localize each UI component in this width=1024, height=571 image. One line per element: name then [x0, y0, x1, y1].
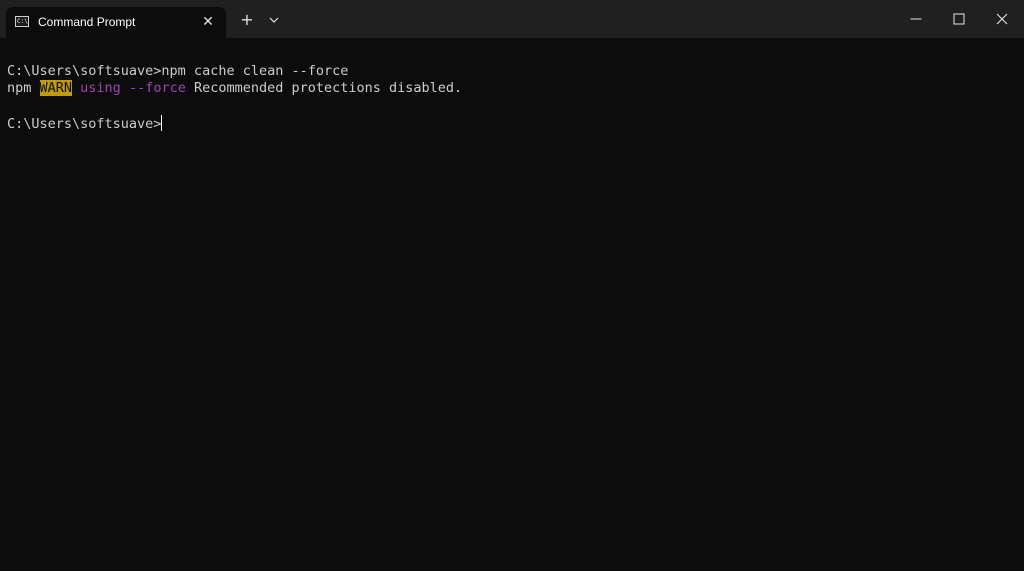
warn-space [72, 80, 80, 96]
terminal-window: C:\ Command Prompt ✕ + C:\Users\softsuav… [0, 0, 1024, 571]
tab-title: Command Prompt [38, 15, 136, 29]
close-window-icon[interactable] [981, 0, 1023, 38]
warn-badge: WARN [39, 80, 73, 96]
warning-line: npm WARN using --force Recommended prote… [7, 80, 462, 97]
cmd-icon: C:\ [15, 16, 29, 27]
prompt-line[interactable]: C:\Users\softsuave> [7, 115, 163, 132]
title-bar[interactable]: C:\ Command Prompt ✕ + [0, 0, 1024, 38]
maximize-icon[interactable] [938, 0, 980, 38]
npm-prefix: npm [7, 80, 40, 96]
tab-command-prompt[interactable]: C:\ Command Prompt ✕ [6, 7, 226, 38]
text-cursor [161, 115, 163, 131]
prompt-text: C:\Users\softsuave> [7, 116, 162, 132]
terminal-output[interactable]: C:\Users\softsuave>npm cache clean --for… [0, 38, 1024, 571]
plus-icon[interactable]: + [236, 9, 258, 31]
warn-message: Recommended protections disabled. [185, 80, 463, 96]
close-icon[interactable]: ✕ [198, 12, 218, 32]
chevron-down-icon[interactable] [264, 9, 284, 31]
warn-using-text: using --force [80, 80, 186, 96]
command-line: C:\Users\softsuave>npm cache clean --for… [7, 63, 349, 79]
cmd-icon-text: C:\ [17, 18, 28, 25]
minimize-icon[interactable] [895, 0, 937, 38]
